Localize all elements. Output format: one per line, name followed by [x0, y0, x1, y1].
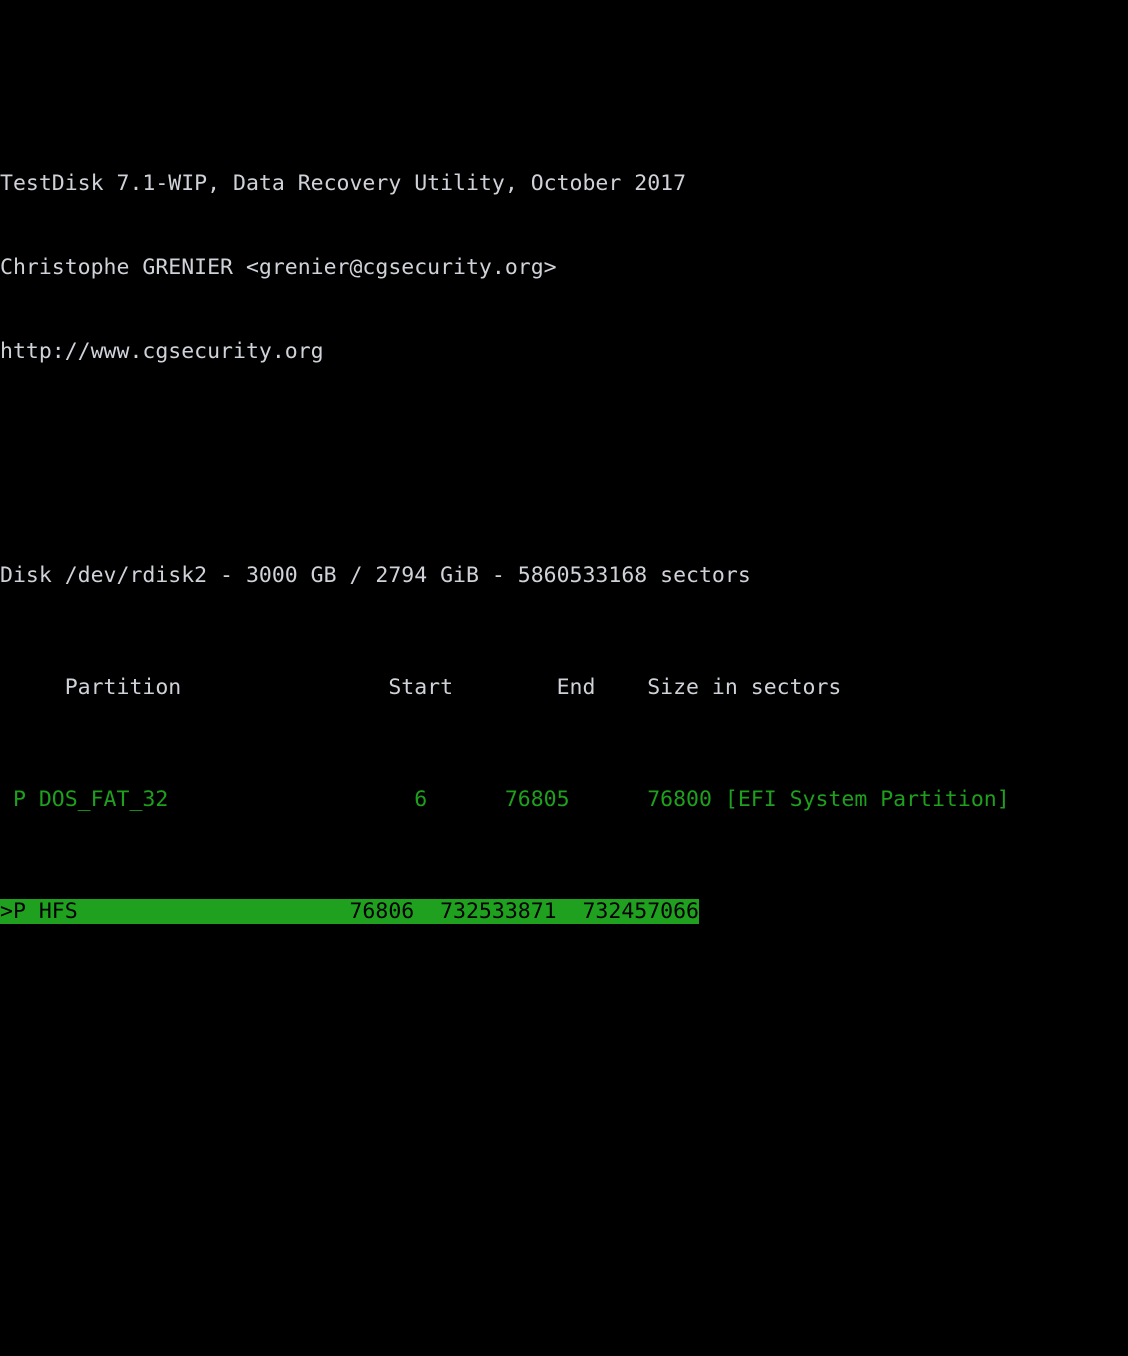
terminal-screen: TestDisk 7.1-WIP, Data Recovery Utility,… — [0, 0, 1128, 924]
app-url-line: http://www.cgsecurity.org — [0, 339, 324, 364]
disk-info-line: Disk /dev/rdisk2 - 3000 GB / 2794 GiB - … — [0, 563, 751, 588]
app-title-line: TestDisk 7.1-WIP, Data Recovery Utility,… — [0, 171, 687, 196]
partition-row-label: [EFI System Partition] — [724, 787, 1010, 812]
partition-row-text: P DOS_FAT_32 6 76805 76800 — [0, 787, 725, 812]
spacer-line-4 — [0, 1178, 1128, 1206]
partition-row-selected-text: >P HFS 76806 732533871 732457066 — [0, 899, 699, 924]
spacer-line-3 — [0, 1094, 1128, 1122]
table-header-row: Partition Start End Size in sectors — [0, 675, 842, 700]
spacer-line-1 — [0, 450, 1128, 478]
table-row[interactable]: P DOS_FAT_32 6 76805 76800 [EFI System P… — [0, 786, 1128, 814]
app-author-line: Christophe GRENIER <grenier@cgsecurity.o… — [0, 255, 557, 280]
spacer-line-2 — [0, 1010, 1128, 1038]
table-row[interactable]: >P HFS 76806 732533871 732457066 — [0, 898, 1128, 926]
spacer-line-6 — [0, 1346, 1128, 1356]
screen-top-padding — [0, 84, 1128, 86]
spacer-line-5 — [0, 1262, 1128, 1290]
